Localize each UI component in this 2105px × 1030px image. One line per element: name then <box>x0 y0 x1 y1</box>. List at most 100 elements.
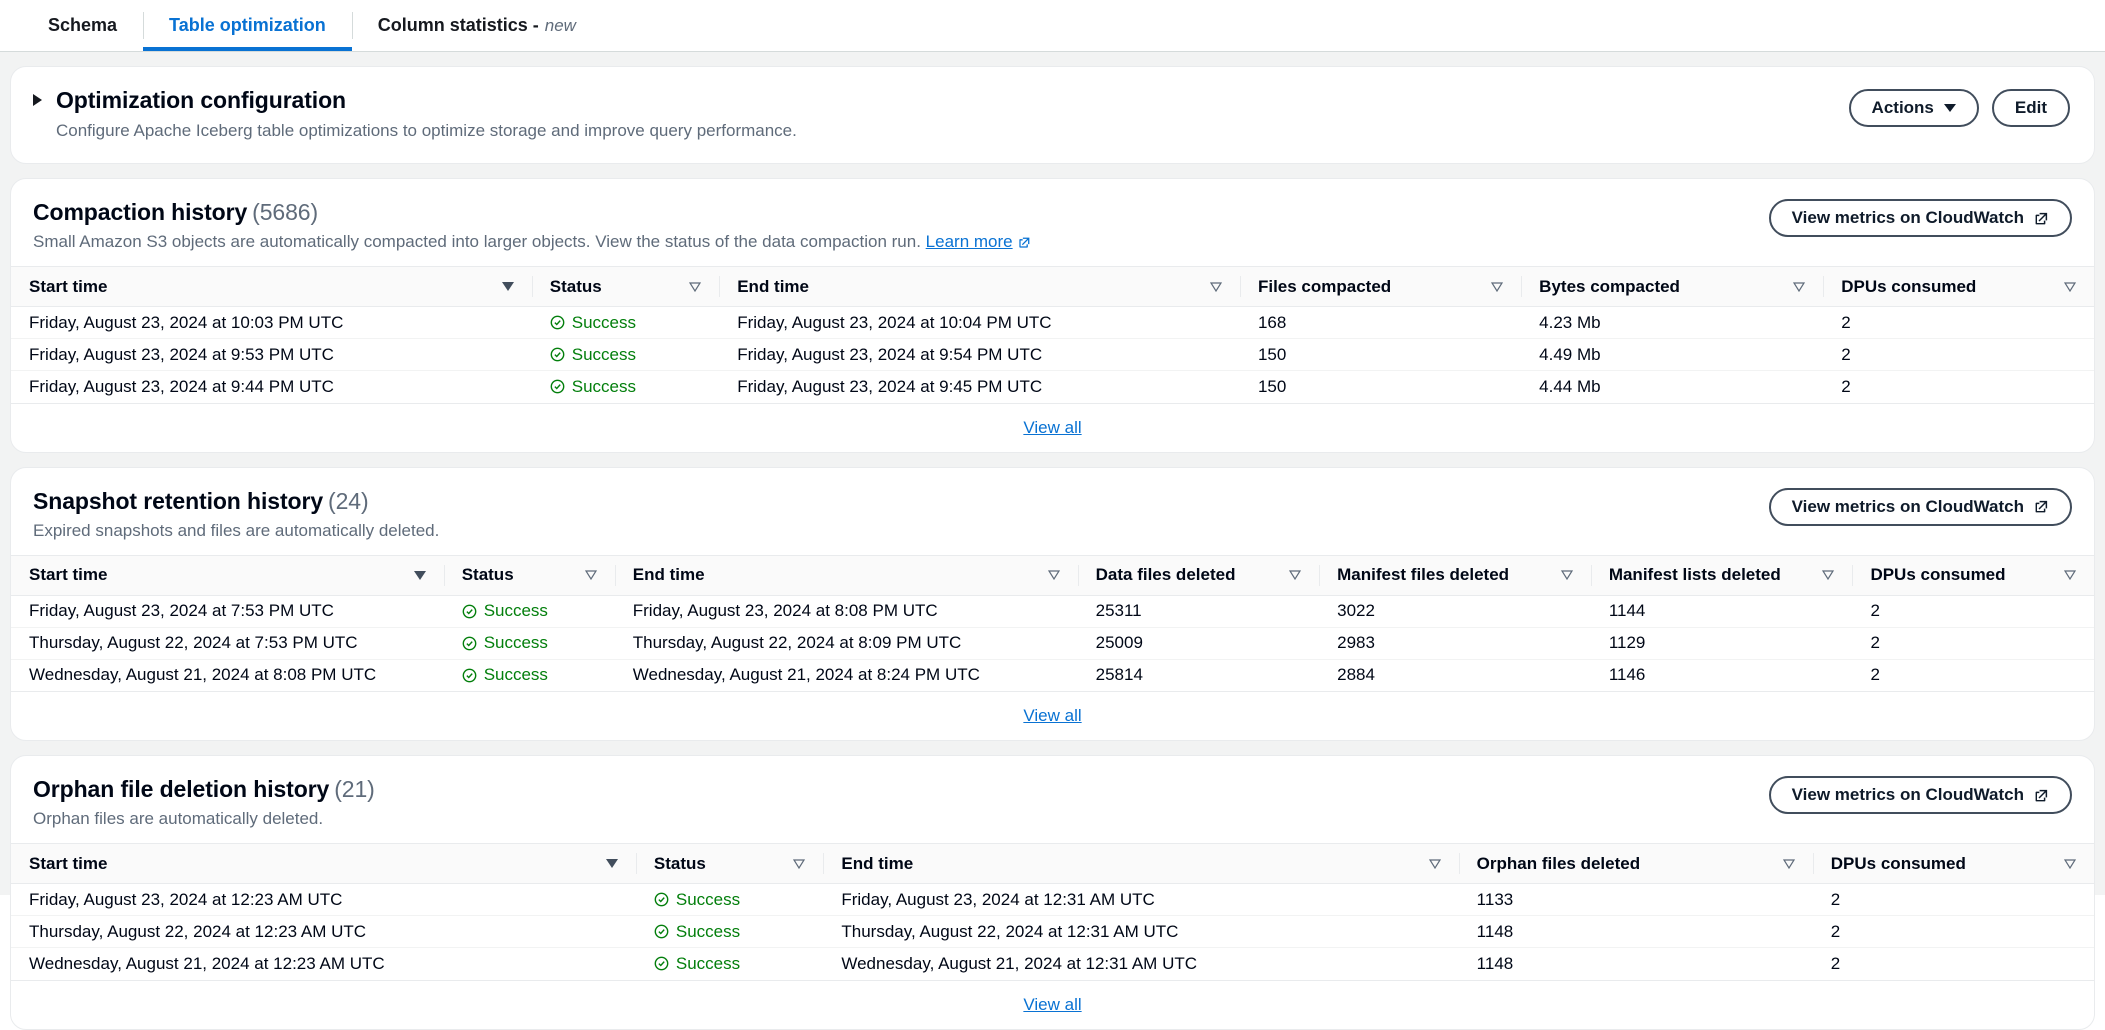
column-header-end-time[interactable]: End time <box>719 267 1240 307</box>
cell-end-time: Friday, August 23, 2024 at 10:04 PM UTC <box>719 307 1240 339</box>
tab-column-statistics[interactable]: Column statistics - new <box>352 0 602 51</box>
table-row[interactable]: Wednesday, August 21, 2024 at 8:08 PM UT… <box>11 659 2094 691</box>
sort-inactive-icon <box>1210 280 1222 294</box>
column-label: Start time <box>29 854 107 874</box>
table-row[interactable]: Thursday, August 22, 2024 at 7:53 PM UTC… <box>11 627 2094 659</box>
sort-inactive-icon <box>2064 857 2076 871</box>
column-header-start-time[interactable]: Start time <box>11 267 532 307</box>
optimization-configuration-panel: Optimization configuration Configure Apa… <box>10 66 2095 164</box>
learn-more-link[interactable]: Learn more <box>926 232 1031 252</box>
column-header-status[interactable]: Status <box>636 844 823 884</box>
status-success-icon <box>462 668 477 683</box>
column-header-status[interactable]: Status <box>532 267 719 307</box>
cell-end-time: Friday, August 23, 2024 at 9:54 PM UTC <box>719 339 1240 371</box>
edit-button-label: Edit <box>2015 98 2047 118</box>
status-badge: Success <box>550 377 701 397</box>
cell-dpus-consumed: 2 <box>1852 627 2094 659</box>
column-label: Bytes compacted <box>1539 277 1680 297</box>
compaction-history-count: (5686) <box>252 199 318 225</box>
cell-end-time: Thursday, August 22, 2024 at 8:09 PM UTC <box>615 627 1078 659</box>
optimization-configuration-title: Optimization configuration <box>56 87 797 114</box>
cell-status: Success <box>532 307 719 339</box>
table-row[interactable]: Friday, August 23, 2024 at 10:03 PM UTC … <box>11 307 2094 339</box>
column-header-bytes-compacted[interactable]: Bytes compacted <box>1521 267 1823 307</box>
table-header-row: Start time Status End time Files compact… <box>11 267 2094 307</box>
table-header-row: Start time Status End time Data files de… <box>11 555 2094 595</box>
column-header-data-files-deleted[interactable]: Data files deleted <box>1078 555 1320 595</box>
cell-dpus-consumed: 2 <box>1852 595 2094 627</box>
status-text: Success <box>572 313 636 333</box>
column-header-manifest-lists-deleted[interactable]: Manifest lists deleted <box>1591 555 1853 595</box>
column-header-dpus-consumed[interactable]: DPUs consumed <box>1852 555 2094 595</box>
orphan-view-all-link[interactable]: View all <box>1023 995 1081 1014</box>
edit-button[interactable]: Edit <box>1992 89 2070 127</box>
cell-start-time: Friday, August 23, 2024 at 9:44 PM UTC <box>11 371 532 403</box>
status-badge: Success <box>654 922 805 942</box>
column-header-start-time[interactable]: Start time <box>11 555 444 595</box>
orphan-cloudwatch-button[interactable]: View metrics on CloudWatch <box>1769 776 2072 814</box>
table-row[interactable]: Thursday, August 22, 2024 at 12:23 AM UT… <box>11 916 2094 948</box>
snapshot-view-all-link[interactable]: View all <box>1023 706 1081 725</box>
tab-table-optimization-label: Table optimization <box>169 15 326 36</box>
snapshot-cloudwatch-button[interactable]: View metrics on CloudWatch <box>1769 488 2072 526</box>
sort-inactive-icon <box>1561 568 1573 582</box>
status-text: Success <box>484 633 548 653</box>
cell-start-time: Friday, August 23, 2024 at 7:53 PM UTC <box>11 595 444 627</box>
optimization-configuration-actions: Actions Edit <box>1849 89 2070 127</box>
cell-manifest-files-deleted: 3022 <box>1319 595 1591 627</box>
compaction-view-all-link[interactable]: View all <box>1023 418 1081 437</box>
column-header-dpus-consumed[interactable]: DPUs consumed <box>1823 267 2094 307</box>
status-badge: Success <box>462 665 597 685</box>
cell-manifest-lists-deleted: 1144 <box>1591 595 1853 627</box>
status-success-icon <box>550 347 565 362</box>
column-header-start-time[interactable]: Start time <box>11 844 636 884</box>
sort-inactive-icon <box>1793 280 1805 294</box>
cell-end-time: Wednesday, August 21, 2024 at 12:31 AM U… <box>823 948 1458 980</box>
cell-bytes-compacted: 4.49 Mb <box>1521 339 1823 371</box>
cell-start-time: Friday, August 23, 2024 at 12:23 AM UTC <box>11 884 636 916</box>
table-row[interactable]: Friday, August 23, 2024 at 12:23 AM UTC … <box>11 884 2094 916</box>
optimization-configuration-description: Configure Apache Iceberg table optimizat… <box>56 121 797 141</box>
compaction-cloudwatch-button[interactable]: View metrics on CloudWatch <box>1769 199 2072 237</box>
column-header-status[interactable]: Status <box>444 555 615 595</box>
column-label: Manifest files deleted <box>1337 565 1509 585</box>
status-success-icon <box>462 636 477 651</box>
column-label: Orphan files deleted <box>1477 854 1640 874</box>
compaction-cloudwatch-label: View metrics on CloudWatch <box>1792 208 2024 228</box>
cell-bytes-compacted: 4.44 Mb <box>1521 371 1823 403</box>
column-label: End time <box>633 565 705 585</box>
column-header-dpus-consumed[interactable]: DPUs consumed <box>1813 844 2094 884</box>
cell-status: Success <box>636 948 823 980</box>
cell-dpus-consumed: 2 <box>1813 948 2094 980</box>
table-row[interactable]: Friday, August 23, 2024 at 9:44 PM UTC S… <box>11 371 2094 403</box>
tab-column-statistics-new-badge: new <box>545 16 576 36</box>
actions-button[interactable]: Actions <box>1849 89 1979 127</box>
sort-inactive-icon <box>1289 568 1301 582</box>
snapshot-retention-history-description: Expired snapshots and files are automati… <box>33 521 439 541</box>
cell-dpus-consumed: 2 <box>1813 916 2094 948</box>
cell-files-compacted: 150 <box>1240 371 1521 403</box>
table-row[interactable]: Wednesday, August 21, 2024 at 12:23 AM U… <box>11 948 2094 980</box>
column-header-end-time[interactable]: End time <box>615 555 1078 595</box>
column-header-orphan-files-deleted[interactable]: Orphan files deleted <box>1459 844 1813 884</box>
column-header-manifest-files-deleted[interactable]: Manifest files deleted <box>1319 555 1591 595</box>
orphan-view-all-container: View all <box>11 980 2094 1029</box>
table-row[interactable]: Friday, August 23, 2024 at 9:53 PM UTC S… <box>11 339 2094 371</box>
status-text: Success <box>676 890 740 910</box>
status-badge: Success <box>654 954 805 974</box>
chevron-right-icon[interactable] <box>33 94 42 106</box>
sort-inactive-icon <box>2064 280 2076 294</box>
column-label: Data files deleted <box>1096 565 1236 585</box>
column-header-end-time[interactable]: End time <box>823 844 1458 884</box>
status-badge: Success <box>550 313 701 333</box>
table-row[interactable]: Friday, August 23, 2024 at 7:53 PM UTC S… <box>11 595 2094 627</box>
page-content: Optimization configuration Configure Apa… <box>0 52 2105 895</box>
column-header-files-compacted[interactable]: Files compacted <box>1240 267 1521 307</box>
tab-table-optimization[interactable]: Table optimization <box>143 0 352 51</box>
tab-schema[interactable]: Schema <box>22 0 143 51</box>
orphan-file-deletion-history-count: (21) <box>334 776 375 802</box>
sort-inactive-icon <box>2064 568 2076 582</box>
column-label: Status <box>654 854 706 874</box>
sort-descending-icon <box>606 857 618 871</box>
cell-dpus-consumed: 2 <box>1823 307 2094 339</box>
